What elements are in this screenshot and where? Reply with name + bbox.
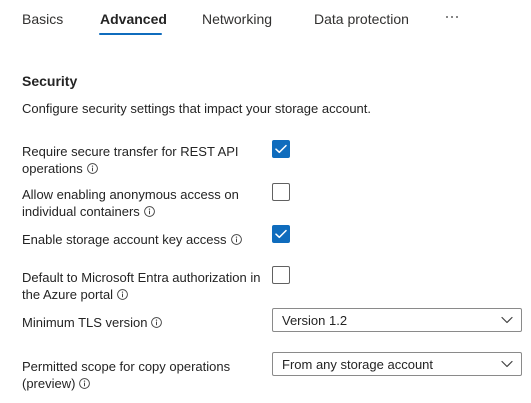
info-icon[interactable]: [79, 378, 91, 389]
tab-advanced[interactable]: Advanced: [100, 10, 167, 28]
copy-scope-value: From any storage account: [282, 357, 434, 372]
info-icon[interactable]: [86, 163, 98, 174]
secure-transfer-label: Require secure transfer for REST API ope…: [22, 144, 239, 176]
checkmark-icon: [275, 144, 287, 154]
tls-version-label: Minimum TLS version: [22, 314, 272, 331]
tab-basics[interactable]: Basics: [22, 10, 63, 28]
tab-bar: Basics Advanced Networking Data protecti…: [0, 0, 531, 40]
info-icon[interactable]: [143, 206, 155, 217]
info-icon[interactable]: [151, 317, 163, 328]
section-title: Security: [22, 73, 78, 89]
more-tabs-button[interactable]: [444, 6, 462, 28]
entra-default-checkbox[interactable]: [272, 266, 290, 284]
copy-scope-dropdown[interactable]: From any storage account: [272, 352, 522, 376]
storage-account-advanced-page: Basics Advanced Networking Data protecti…: [0, 0, 531, 403]
tab-data-protection[interactable]: Data protection: [314, 10, 409, 28]
anonymous-access-label: Allow enabling anonymous access on indiv…: [22, 187, 239, 219]
tls-version-value: Version 1.2: [282, 313, 348, 328]
active-tab-indicator: [99, 33, 162, 35]
key-access-checkbox[interactable]: [272, 225, 290, 243]
info-icon[interactable]: [230, 234, 242, 245]
chevron-down-icon: [501, 316, 513, 324]
section-description: Configure security settings that impact …: [22, 101, 372, 116]
key-access-label: Enable storage account key access: [22, 231, 272, 248]
copy-scope-label: Permitted scope for copy operations (pre…: [22, 359, 231, 391]
more-horizontal-icon: [446, 16, 458, 18]
tab-networking[interactable]: Networking: [202, 10, 272, 28]
chevron-down-icon: [501, 360, 513, 368]
secure-transfer-checkbox[interactable]: [272, 140, 290, 158]
anonymous-access-checkbox[interactable]: [272, 183, 290, 201]
checkmark-icon: [275, 229, 287, 239]
entra-default-label: Default to Microsoft Entra authorization…: [22, 270, 261, 302]
info-icon[interactable]: [117, 289, 128, 300]
tls-version-dropdown[interactable]: Version 1.2: [272, 308, 522, 332]
